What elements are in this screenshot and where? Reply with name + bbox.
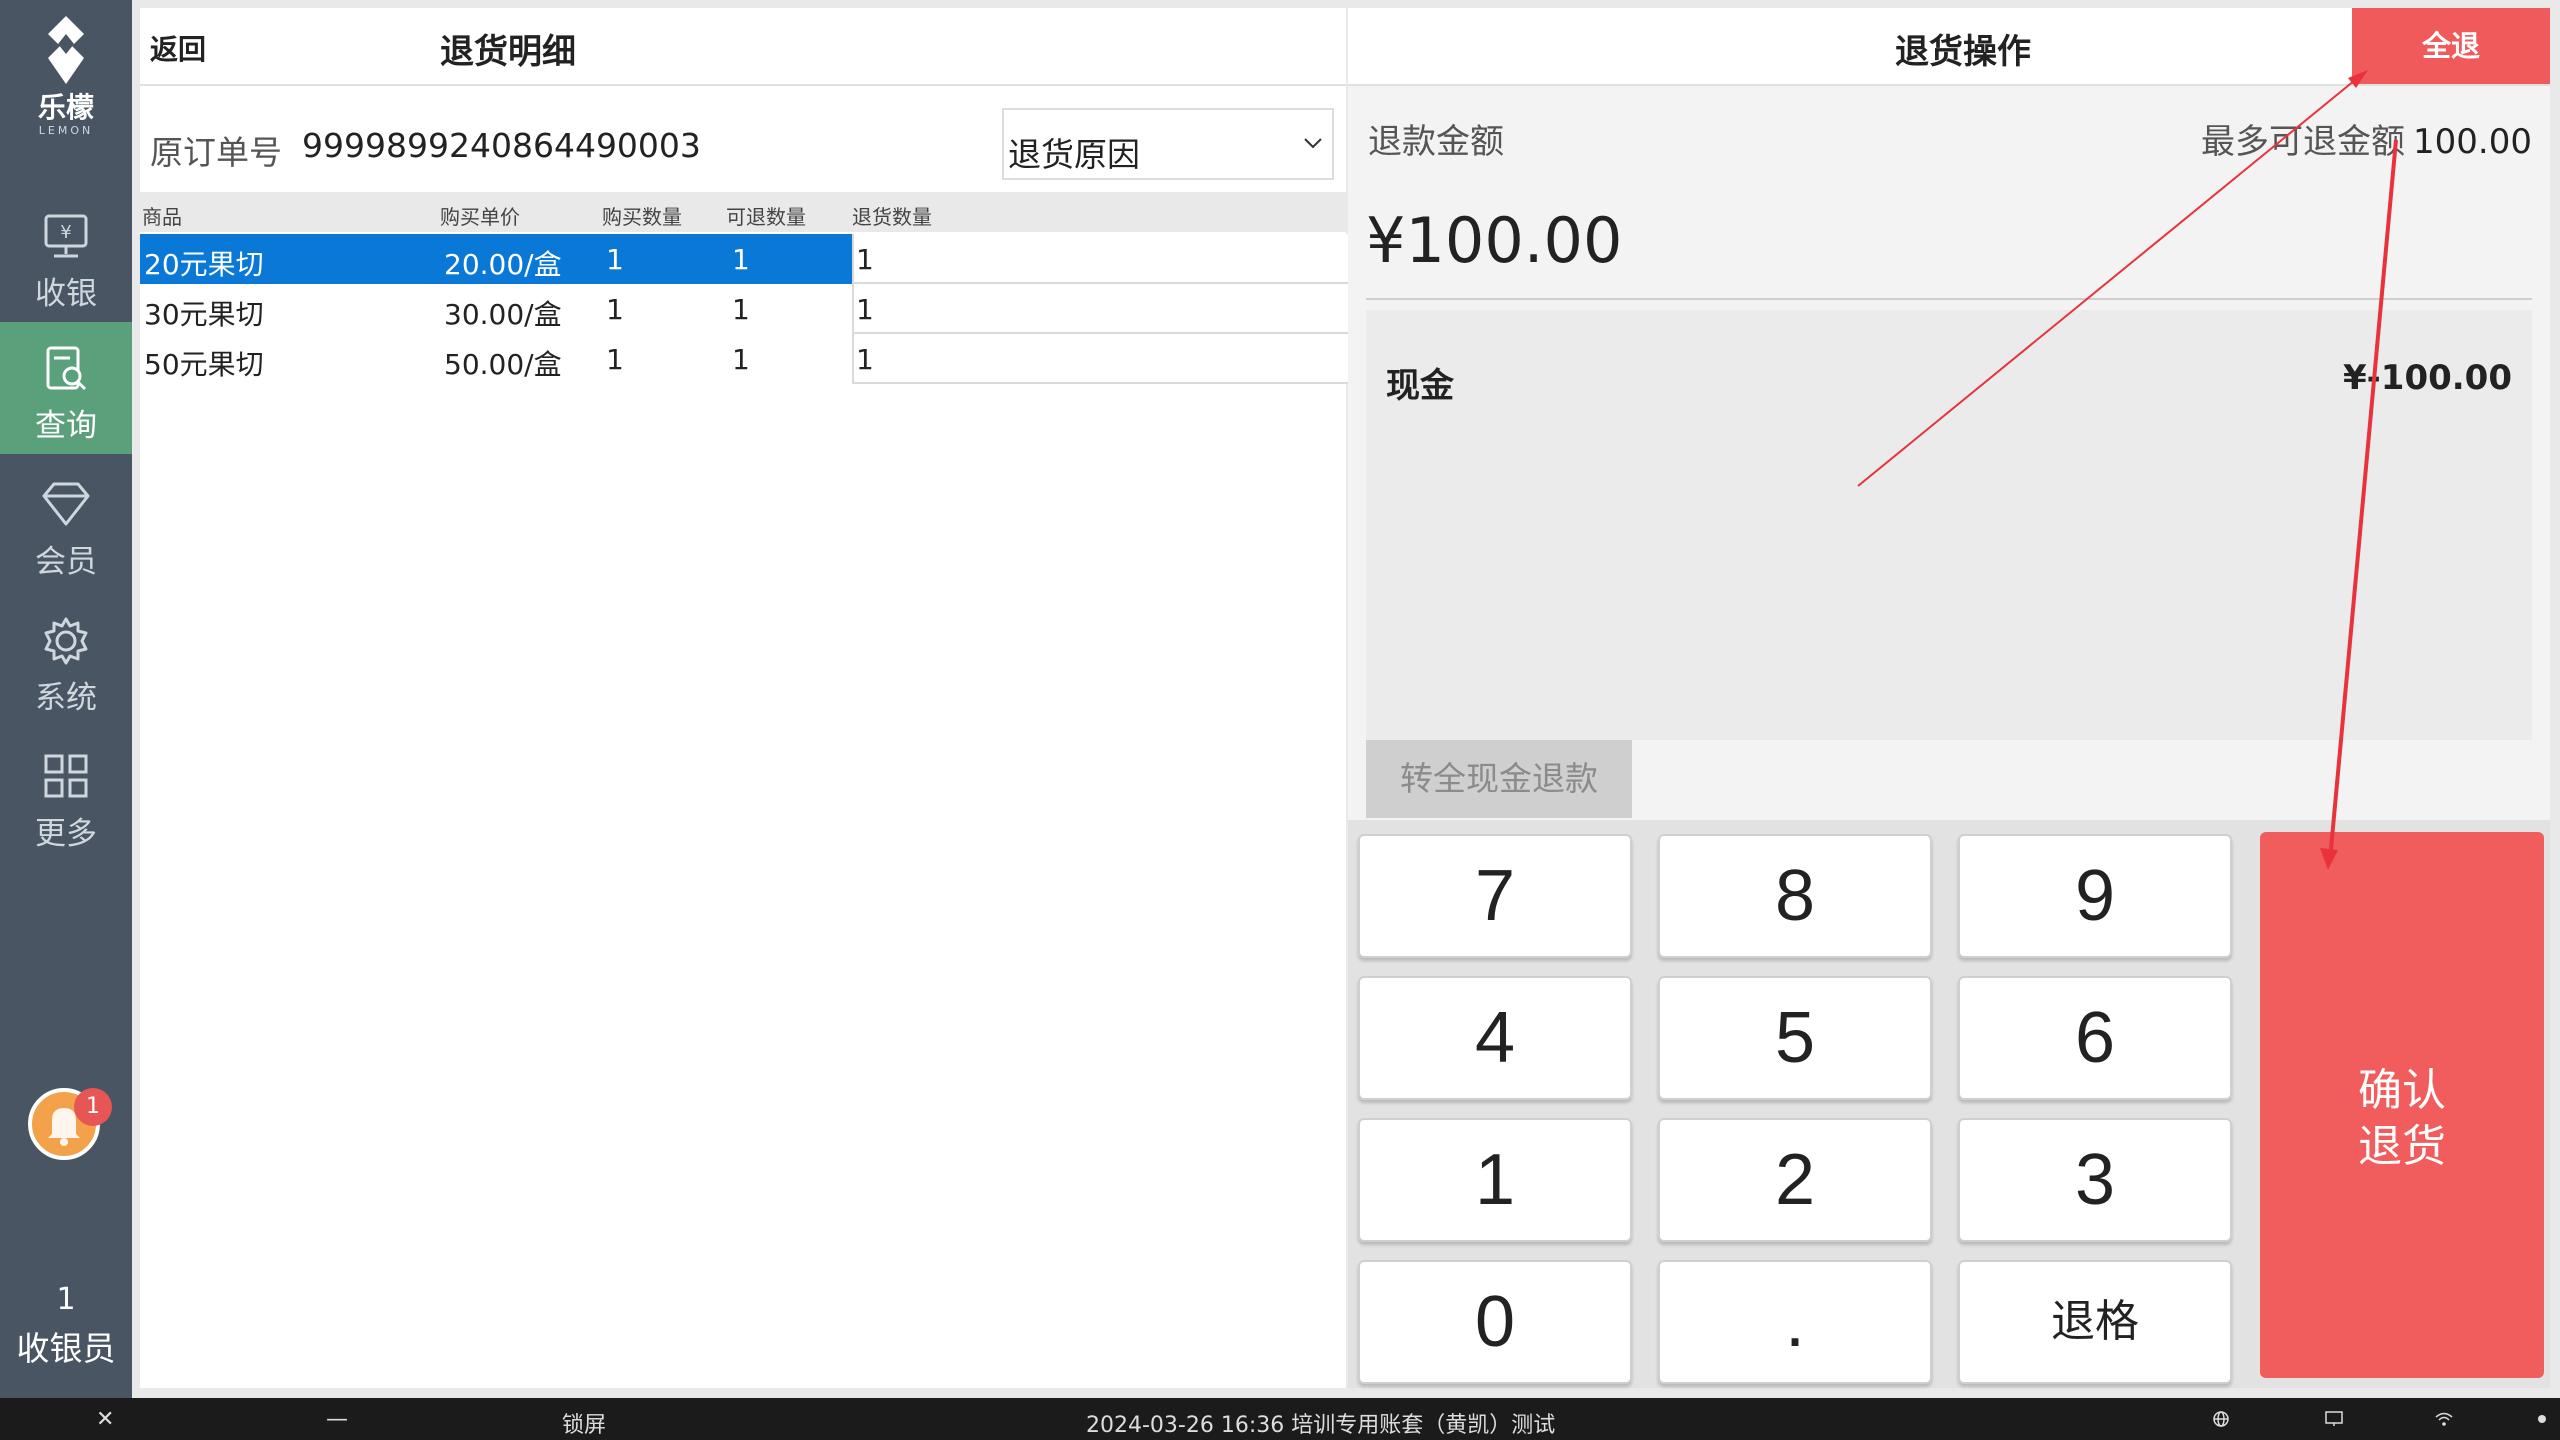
gear-icon (44, 617, 88, 665)
column-header-refund-qty: 退货数量 (852, 205, 932, 229)
return-reason-select[interactable]: 退货原因 (1002, 108, 1334, 180)
notification-badge: 1 (74, 1088, 112, 1126)
table-row[interactable]: 20元果切 20.00/盒 1 1 1 (140, 234, 1348, 284)
search-doc-icon (46, 346, 87, 391)
confirm-return-label-2: 退货 (2358, 1121, 2446, 1172)
column-header-refundable-qty: 可退数量 (726, 205, 806, 229)
unit-price: 30.00/盒 (444, 298, 562, 331)
sidebar-item-label: 系统 (35, 680, 97, 716)
convert-to-cash-refund-button[interactable]: 转全现金退款 (1366, 740, 1632, 818)
sidebar-item-member[interactable]: 会员 (0, 458, 132, 590)
refund-qty-input[interactable]: 1 (852, 334, 1348, 384)
bought-qty: 1 (606, 243, 624, 276)
return-operation-title: 退货操作 (1895, 32, 2031, 72)
order-info-row: 原订单号 9999899240864490003 退货原因 (140, 86, 1346, 190)
numeric-keypad: 7 8 9 4 5 6 1 2 3 0 . 退格 确认 退货 (1348, 820, 2550, 1388)
status-dot-icon (2538, 1415, 2546, 1423)
max-refund-value: 100.00 (2413, 122, 2532, 162)
refund-qty-value: 1 (856, 343, 874, 376)
column-header-product: 商品 (142, 205, 182, 229)
column-header-price: 购买单价 (440, 205, 520, 229)
sidebar-item-system[interactable]: 系统 (0, 594, 132, 726)
sidebar-item-label: 更多 (35, 816, 97, 852)
lemon-logo: 乐檬 LEMON (0, 14, 132, 137)
payment-method-list: 现金 ¥-100.00 (1366, 310, 2532, 740)
key-0[interactable]: 0 (1358, 1260, 1632, 1384)
product-name: 20元果切 (144, 248, 264, 281)
return-details-title: 退货明细 (440, 32, 576, 72)
product-name: 50元果切 (144, 348, 264, 381)
refund-amount-value: ¥100.00 (1366, 204, 1623, 277)
close-icon[interactable]: ✕ (96, 1407, 114, 1432)
column-header-bought-qty: 购买数量 (602, 205, 682, 229)
confirm-return-button[interactable]: 确认 退货 (2260, 832, 2544, 1378)
monitor-icon[interactable] (2324, 1410, 2344, 1428)
key-4[interactable]: 4 (1358, 976, 1632, 1100)
refundable-qty: 1 (732, 243, 750, 276)
bought-qty: 1 (606, 343, 624, 376)
table-header: 商品 购买单价 购买数量 可退数量 退货数量 (140, 192, 1346, 232)
key-7[interactable]: 7 (1358, 834, 1632, 958)
sidebar-item-query[interactable]: 查询 (0, 322, 132, 454)
backspace-key[interactable]: 退格 (1958, 1260, 2232, 1384)
key-decimal[interactable]: . (1658, 1260, 1932, 1384)
key-9[interactable]: 9 (1958, 834, 2232, 958)
sidebar: 乐檬 LEMON ¥ 收银 查询 会员 系统 更多 1 1 收银员 (0, 0, 132, 1398)
return-reason-value: 退货原因 (1008, 135, 1140, 174)
confirm-return-label-1: 确认 (2358, 1065, 2446, 1116)
unit-price: 50.00/盒 (444, 348, 562, 381)
key-8[interactable]: 8 (1658, 834, 1932, 958)
sidebar-item-label: 收银 (35, 276, 97, 312)
refund-qty-input[interactable]: 1 (852, 234, 1348, 284)
order-number-value: 9999899240864490003 (302, 126, 701, 165)
key-1[interactable]: 1 (1358, 1118, 1632, 1242)
divider (1366, 298, 2532, 300)
payment-method-amount: ¥-100.00 (2343, 358, 2512, 398)
refund-amount-label: 退款金额 (1368, 122, 1504, 162)
status-text: 2024-03-26 16:36 培训专用账套（黄凯）测试 (1086, 1413, 1556, 1438)
refundable-qty: 1 (732, 343, 750, 376)
bought-qty: 1 (606, 293, 624, 326)
max-refund-label: 最多可退金额 (2201, 122, 2406, 162)
unit-price: 20.00/盒 (444, 248, 562, 281)
sidebar-item-label: 查询 (35, 408, 97, 444)
lemon-logo-icon (48, 16, 84, 84)
return-details-panel: 返回 退货明细 原订单号 9999899240864490003 退货原因 商品… (140, 8, 1348, 1388)
refund-qty-value: 1 (856, 243, 874, 276)
user-count: 1 (56, 1282, 76, 1317)
key-5[interactable]: 5 (1658, 976, 1932, 1100)
refundable-qty: 1 (732, 293, 750, 326)
chevron-down-icon (1304, 138, 1322, 149)
svg-text:¥: ¥ (60, 222, 71, 243)
globe-icon[interactable] (2212, 1410, 2230, 1428)
wifi-icon[interactable] (2434, 1410, 2454, 1428)
return-operation-header: 退货操作 全退 (1348, 8, 2550, 86)
product-name: 30元果切 (144, 298, 264, 331)
user-role: 收银员 (16, 1329, 116, 1368)
refund-all-button[interactable]: 全退 (2352, 8, 2550, 84)
payment-method-name: 现金 (1386, 366, 1454, 406)
return-operation-panel: 退货操作 全退 退款金额 最多可退金额 100.00 ¥100.00 现金 ¥-1… (1348, 8, 2550, 1388)
sidebar-item-label: 会员 (35, 544, 97, 580)
table-row[interactable]: 30元果切 30.00/盒 1 1 1 (140, 284, 1348, 334)
grid-icon (44, 754, 88, 798)
brand-name: 乐檬 (37, 91, 94, 124)
brand-name-en: LEMON (38, 124, 94, 137)
key-6[interactable]: 6 (1958, 976, 2232, 1100)
max-refund: 最多可退金额 100.00 (2201, 114, 2532, 163)
refund-qty-value: 1 (856, 293, 874, 326)
refund-qty-input[interactable]: 1 (852, 284, 1348, 334)
key-2[interactable]: 2 (1658, 1118, 1932, 1242)
return-details-header: 返回 退货明细 (140, 8, 1346, 86)
lock-screen-button[interactable]: 锁屏 (562, 1407, 606, 1439)
key-3[interactable]: 3 (1958, 1118, 2232, 1242)
sidebar-item-more[interactable]: 更多 (0, 730, 132, 862)
cash-register-icon: ¥ (44, 214, 88, 258)
sidebar-item-cashier[interactable]: ¥ 收银 (0, 190, 132, 322)
diamond-icon (42, 482, 90, 526)
table-row[interactable]: 50元果切 50.00/盒 1 1 1 (140, 334, 1348, 384)
minimize-icon[interactable]: — (326, 1407, 348, 1432)
order-number-label: 原订单号 (150, 133, 282, 172)
taskbar: ✕ — 锁屏 2024-03-26 16:36 培训专用账套（黄凯）测试 (0, 1398, 2560, 1440)
